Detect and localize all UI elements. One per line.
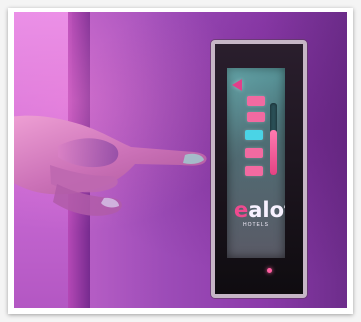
screen-option-button[interactable] — [245, 148, 263, 158]
brand-wordmark: ealoft — [234, 198, 285, 222]
hand-illustration — [14, 115, 207, 216]
screen-option-button[interactable] — [247, 96, 265, 106]
selected-screen-option-button[interactable] — [245, 130, 263, 140]
brand-subtitle: HOTELS — [242, 222, 269, 228]
screen-option-button[interactable] — [247, 112, 265, 122]
slider-control-icon[interactable] — [270, 103, 277, 175]
slider-level-fill — [270, 130, 277, 175]
touch-screen[interactable]: ealoft HOTELS — [227, 68, 285, 258]
brand-logo: ealoft HOTELS — [234, 198, 285, 229]
pointing-hand — [14, 94, 228, 224]
brand-name: aloft — [248, 198, 285, 222]
hotel-control-photo: ealoft HOTELS — [14, 12, 347, 308]
status-light — [267, 268, 272, 273]
back-arrow-icon[interactable] — [232, 79, 242, 91]
screen-option-button[interactable] — [245, 166, 263, 176]
brand-accent-letter: e — [234, 198, 249, 222]
